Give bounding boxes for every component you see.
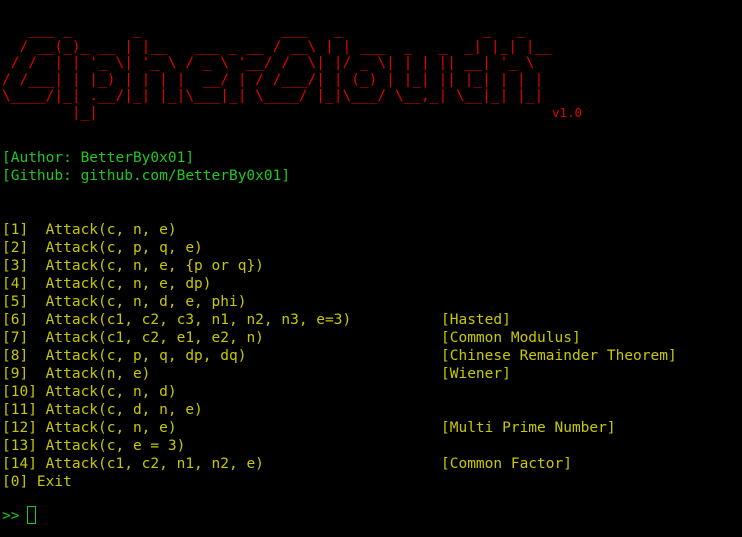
menu-item: [2] Attack(c, p, q, e) — [2, 239, 203, 257]
shell-prompt: >> — [2, 508, 20, 524]
menu-item-index: [7] — [2, 330, 37, 346]
menu-item: [4] Attack(c, n, e, dp) — [2, 275, 212, 293]
menu-item-call: Attack(c, p, q, dp, dq) — [45, 348, 247, 364]
menu-item-index: [3] — [2, 258, 37, 274]
menu-item-index: [12] — [2, 420, 37, 436]
menu-item-call: Attack(c, n, d, e, phi) — [45, 294, 247, 310]
menu-item-index: [6] — [2, 312, 37, 328]
menu-item-call: Attack(c, n, e) — [45, 420, 177, 436]
menu-item-call: Attack(n, e) — [45, 366, 151, 382]
menu-item-category: [Common Factor] — [441, 456, 572, 472]
menu-item: [8] Attack(c, p, q, dp, dq) — [2, 347, 246, 365]
menu-item-call: Attack(c, n, e, dp) — [45, 276, 212, 292]
menu-item-call: Attack(c1, c2, e1, e2, n) — [45, 330, 264, 346]
menu-item: [14] Attack(c1, c2, n1, n2, e) — [2, 455, 264, 473]
menu-item-index: [11] — [2, 402, 37, 418]
menu-item: [9] Attack(n, e) — [2, 365, 150, 383]
menu-item: [5] Attack(c, n, d, e, phi) — [2, 293, 246, 311]
menu-item-call: Attack(c1, c2, n1, n2, e) — [45, 456, 264, 472]
menu-item: [6] Attack(c1, c2, c3, n1, n2, n3, e=3) — [2, 311, 351, 329]
menu-item: [13] Attack(c, e = 3) — [2, 437, 185, 455]
menu-item-call: Attack(c, n, e) — [45, 222, 177, 238]
menu-item-exit: [0] Exit — [2, 474, 72, 490]
terminal-window: ___ _ _ ___ _ _ _ / __(_)_ __ | |__ ___ … — [0, 0, 742, 537]
menu-item-call: Attack(c1, c2, c3, n1, n2, n3, e=3) — [45, 312, 352, 328]
menu-item-index: [10] — [2, 384, 37, 400]
menu-item: [3] Attack(c, n, e, {p or q}) — [2, 257, 264, 275]
menu-item-call: Attack(c, d, n, e) — [45, 402, 203, 418]
menu-item-index: [9] — [2, 366, 37, 382]
menu-item-category: [Chinese Remainder Theorem] — [441, 348, 677, 364]
menu-item-index: [14] — [2, 456, 37, 472]
menu-item-index: [4] — [2, 276, 37, 292]
menu-item-index: [1] — [2, 222, 37, 238]
menu-item-index: [2] — [2, 240, 37, 256]
version-label: v1.0 — [551, 104, 583, 120]
banner-art: ___ _ _ ___ _ _ _ / __(_)_ __ | |__ ___ … — [2, 22, 552, 121]
menu-item-call: Attack(c, n, d) — [45, 384, 177, 400]
menu-item: [12] Attack(c, n, e) — [2, 419, 177, 437]
menu-item-index: [13] — [2, 438, 37, 454]
menu-item-call: Attack(c, p, q, e) — [45, 240, 203, 256]
author-line: [Author: BetterBy0x01] — [2, 150, 195, 166]
menu-item-call: Attack(c, n, e, {p or q}) — [45, 258, 264, 274]
menu-item: [1] Attack(c, n, e) — [2, 221, 177, 239]
menu-item-category: [Hasted] — [441, 312, 511, 328]
menu-item-category: [Common Modulus] — [441, 330, 581, 346]
github-line: [Github: github.com/BetterBy0x01] — [2, 168, 291, 184]
menu-item: [7] Attack(c1, c2, e1, e2, n) — [2, 329, 264, 347]
input-cursor[interactable] — [27, 506, 36, 524]
menu-item: [10] Attack(c, n, d) — [2, 383, 177, 401]
ascii-banner: ___ _ _ ___ _ _ _ / __(_)_ __ | |__ ___ … — [2, 22, 582, 122]
menu-item-category: [Wiener] — [441, 366, 511, 382]
menu-item-index: [8] — [2, 348, 37, 364]
menu-item: [11] Attack(c, d, n, e) — [2, 401, 203, 419]
menu-item-category: [Multi Prime Number] — [441, 420, 616, 436]
menu-item-call: Attack(c, e = 3) — [45, 438, 186, 454]
menu-item-index: [5] — [2, 294, 37, 310]
